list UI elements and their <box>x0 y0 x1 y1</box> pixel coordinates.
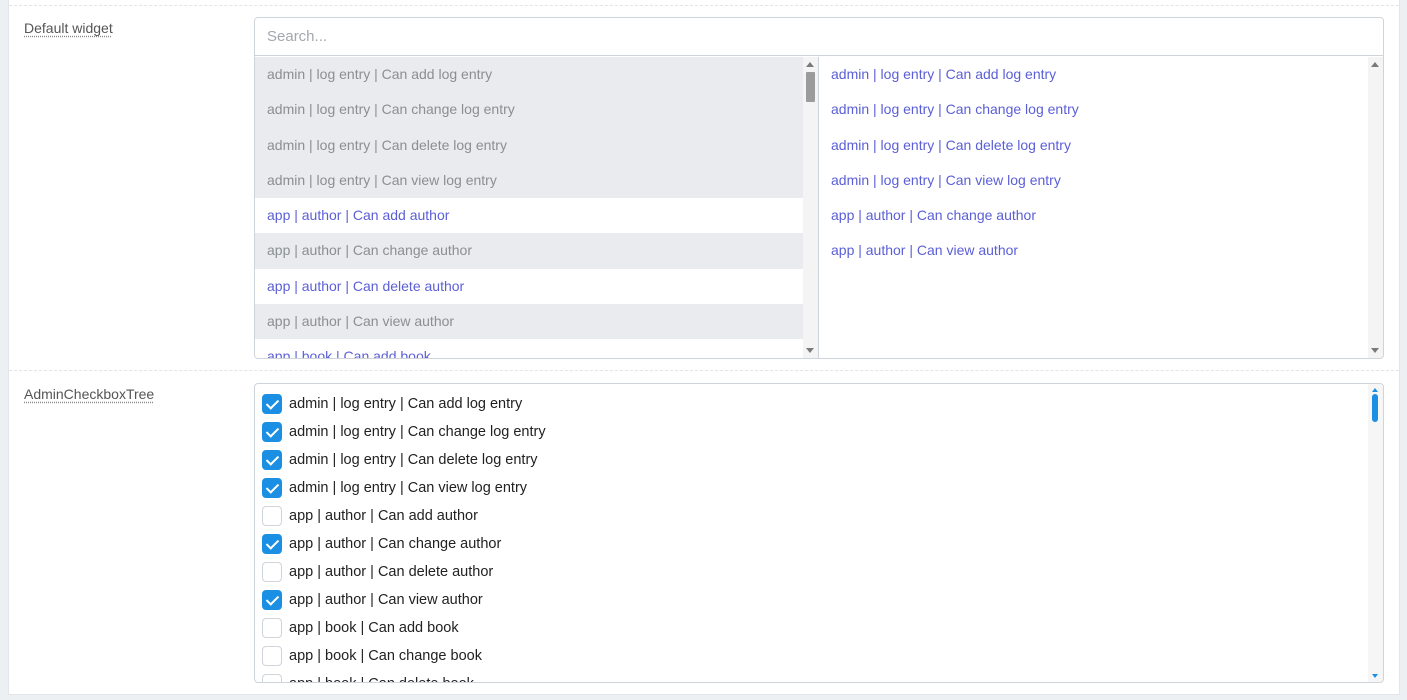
scroll-thumb[interactable] <box>1372 394 1378 422</box>
checkbox-tree-item-label[interactable]: app | author | Can delete author <box>289 564 493 580</box>
checkbox-tree-item-label[interactable]: app | author | Can add author <box>289 508 478 524</box>
checkbox-tree-rows: admin | log entry | Can add log entry adm… <box>255 390 1365 682</box>
checkbox-tree-item-label[interactable]: app | author | Can change author <box>289 536 501 552</box>
scroll-thumb[interactable] <box>806 72 815 102</box>
default-widget-label: Default widget <box>24 20 113 36</box>
checkbox-unchecked-icon[interactable] <box>262 618 282 638</box>
chosen-option[interactable]: admin | log entry | Can delete log entry <box>819 128 1367 163</box>
chosen-option[interactable]: admin | log entry | Can change log entry <box>819 92 1367 127</box>
available-scrollbar[interactable] <box>803 57 818 358</box>
checkbox-tree-item-label[interactable]: admin | log entry | Can delete log entry <box>289 452 538 468</box>
available-list[interactable]: admin | log entry | Can add log entry adm… <box>255 57 819 358</box>
checkbox-unchecked-icon[interactable] <box>262 674 282 682</box>
checkbox-checked-icon[interactable] <box>262 450 282 470</box>
checkbox-tree-item[interactable]: app | book | Can delete book <box>255 670 1365 682</box>
checkbox-tree-item-label[interactable]: app | book | Can change book <box>289 648 482 664</box>
checkbox-checked-icon[interactable] <box>262 534 282 554</box>
checkbox-tree-item-label[interactable]: admin | log entry | Can change log entry <box>289 424 546 440</box>
scroll-down-arrow-icon[interactable] <box>1371 348 1379 353</box>
form-card: Default widget admin | log entry | Can a… <box>8 0 1400 695</box>
checkbox-tree-item[interactable]: app | author | Can add author <box>255 502 1365 530</box>
checkbox-unchecked-icon[interactable] <box>262 506 282 526</box>
checkbox-tree-item-label[interactable]: app | author | Can view author <box>289 592 483 608</box>
checkbox-tree-item-label[interactable]: admin | log entry | Can view log entry <box>289 480 527 496</box>
checkbox-checked-icon[interactable] <box>262 394 282 414</box>
chosen-option[interactable]: admin | log entry | Can add log entry <box>819 57 1367 92</box>
section-divider <box>9 370 1399 371</box>
checkbox-tree-item-label[interactable]: app | book | Can add book <box>289 620 459 636</box>
scroll-up-arrow-icon[interactable] <box>806 62 814 67</box>
checkbox-tree-item[interactable]: app | book | Can change book <box>255 642 1365 670</box>
checkbox-tree-item[interactable]: app | author | Can view author <box>255 586 1365 614</box>
checkbox-tree-label: AdminCheckboxTree <box>24 386 155 402</box>
checkbox-checked-icon[interactable] <box>262 422 282 442</box>
checkbox-unchecked-icon[interactable] <box>262 562 282 582</box>
top-divider <box>9 5 1399 6</box>
available-option[interactable]: admin | log entry | Can view log entry <box>255 162 803 198</box>
chosen-option[interactable]: app | author | Can view author <box>819 233 1367 268</box>
available-option[interactable]: admin | log entry | Can delete log entry <box>255 127 803 163</box>
available-option[interactable]: app | author | Can add author <box>255 198 803 234</box>
scroll-up-arrow-icon[interactable] <box>1372 388 1378 392</box>
checkbox-tree-item[interactable]: admin | log entry | Can change log entry <box>255 418 1365 446</box>
checkbox-tree-item[interactable]: admin | log entry | Can view log entry <box>255 474 1365 502</box>
checkbox-tree-item-label[interactable]: app | book | Can delete book <box>289 676 474 682</box>
chosen-option[interactable]: app | author | Can change author <box>819 198 1367 233</box>
dual-listbox: admin | log entry | Can add log entryadm… <box>254 17 1384 359</box>
available-option[interactable]: app | author | Can change author <box>255 233 803 269</box>
scroll-down-arrow-icon[interactable] <box>806 348 814 353</box>
chosen-scrollbar[interactable] <box>1368 57 1383 358</box>
checkbox-tree-item[interactable]: app | author | Can delete author <box>255 558 1365 586</box>
available-option[interactable]: app | author | Can delete author <box>255 268 803 304</box>
checkbox-tree-item[interactable]: app | book | Can add book <box>255 614 1365 642</box>
checkbox-tree-item-label[interactable]: admin | log entry | Can add log entry <box>289 396 522 412</box>
checkbox-tree-item[interactable]: app | author | Can change author <box>255 530 1365 558</box>
scroll-up-arrow-icon[interactable] <box>1371 62 1379 67</box>
checkbox-checked-icon[interactable] <box>262 590 282 610</box>
search-input[interactable] <box>255 18 1383 56</box>
available-rows: admin | log entry | Can add log entry adm… <box>255 57 803 358</box>
chosen-rows: admin | log entry | Can add log entry adm… <box>819 57 1367 269</box>
available-option[interactable]: app | book | Can add book <box>255 339 803 358</box>
checkbox-checked-icon[interactable] <box>262 478 282 498</box>
chosen-option[interactable]: admin | log entry | Can view log entry <box>819 163 1367 198</box>
available-option[interactable]: admin | log entry | Can change log entry <box>255 92 803 128</box>
available-option[interactable]: admin | log entry | Can add log entry <box>255 57 803 93</box>
checkbox-tree-item[interactable]: admin | log entry | Can delete log entry <box>255 446 1365 474</box>
checkbox-tree: admin | log entry | Can add log entry adm… <box>254 383 1384 683</box>
checkbox-unchecked-icon[interactable] <box>262 646 282 666</box>
scroll-down-arrow-icon[interactable] <box>1372 674 1378 678</box>
checkbox-tree-item[interactable]: admin | log entry | Can add log entry <box>255 390 1365 418</box>
tree-scrollbar[interactable] <box>1368 384 1383 682</box>
available-option[interactable]: app | author | Can view author <box>255 303 803 339</box>
chosen-list[interactable]: admin | log entry | Can add log entry adm… <box>819 57 1383 358</box>
